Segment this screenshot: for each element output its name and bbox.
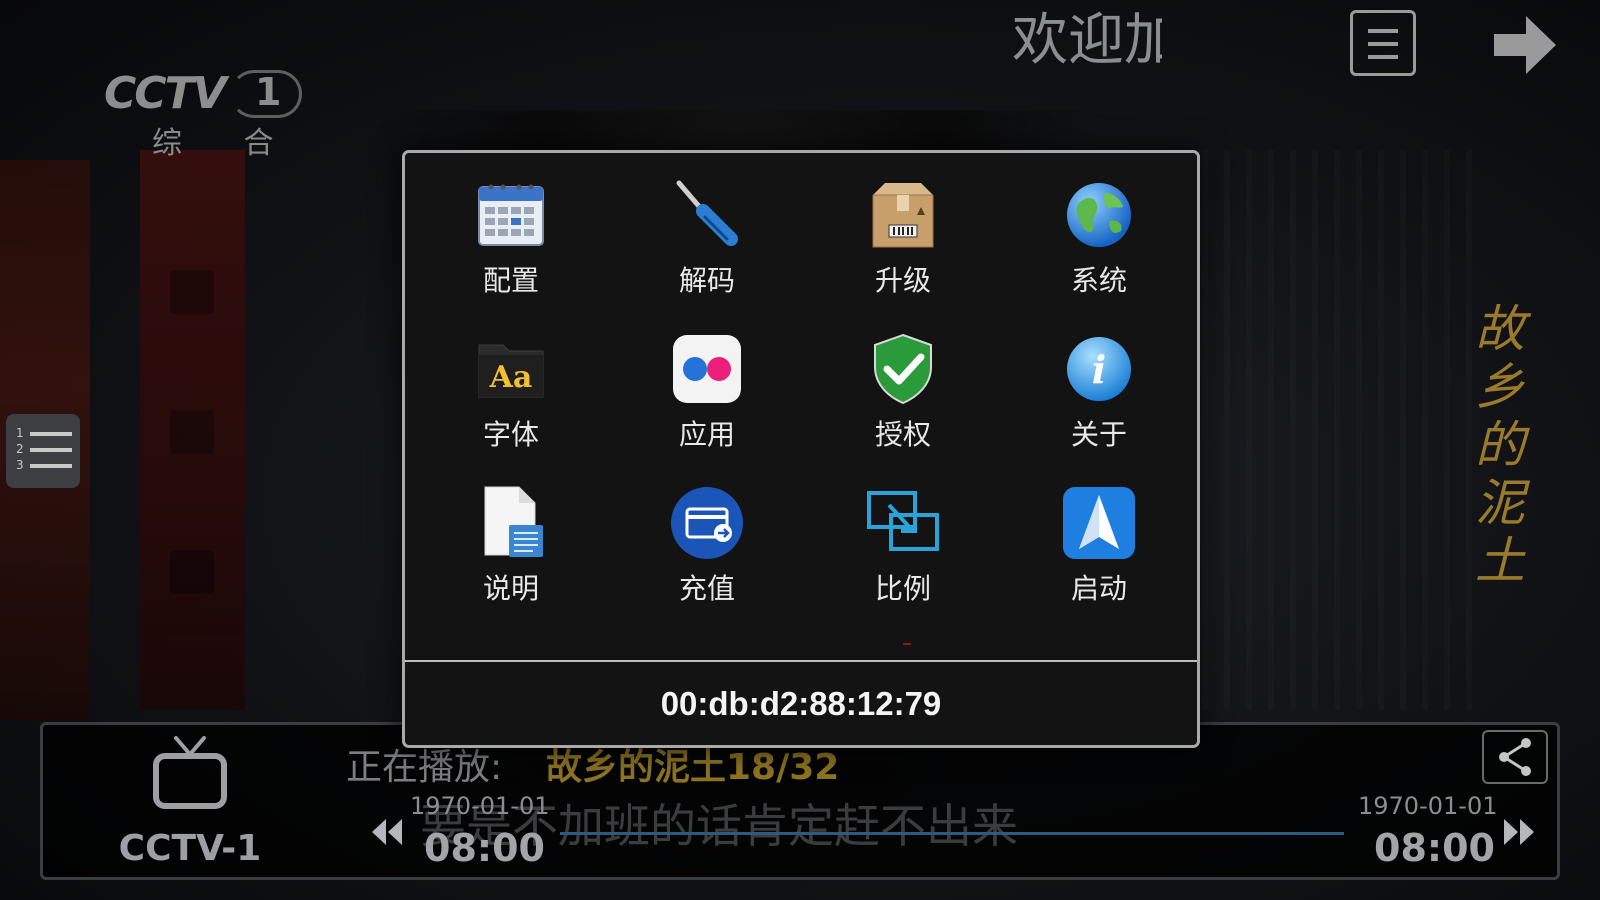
channel-logo-number: 1 bbox=[255, 70, 282, 114]
settings-item-label: 启动 bbox=[1070, 572, 1127, 605]
numbered-list-icon bbox=[30, 432, 72, 436]
drama-title-char: 的 bbox=[1475, 416, 1525, 474]
settings-item-label: 系统 bbox=[1070, 264, 1127, 297]
settings-item-label: 应用 bbox=[678, 418, 735, 451]
program-end-date: 1970-01-01 bbox=[1358, 792, 1498, 820]
settings-item-recharge[interactable]: 充值 bbox=[609, 485, 805, 639]
settings-item-license[interactable]: 授权 bbox=[805, 331, 1001, 485]
aspect-ratio-icon bbox=[865, 485, 941, 561]
package-box-icon bbox=[865, 177, 941, 253]
program-start-date: 1970-01-01 bbox=[410, 792, 550, 820]
settings-item-manual[interactable]: 说明 bbox=[413, 485, 609, 639]
video-background-banner bbox=[140, 150, 245, 710]
settings-item-apps[interactable]: 应用 bbox=[609, 331, 805, 485]
drama-title-char: 土 bbox=[1475, 532, 1525, 590]
hamburger-menu-icon-bar bbox=[1368, 42, 1398, 46]
program-end-time: 08:00 bbox=[1374, 826, 1495, 870]
page-indicator bbox=[903, 643, 911, 645]
settings-item-about[interactable]: i 关于 bbox=[1001, 331, 1197, 485]
calendar-icon bbox=[473, 177, 549, 253]
svg-text:Aa: Aa bbox=[489, 360, 533, 395]
settings-item-label: 说明 bbox=[482, 572, 539, 605]
share-button[interactable] bbox=[1482, 730, 1548, 784]
list-number: 2 bbox=[16, 442, 24, 456]
drama-title-vertical: 故 乡 的 泥 土 bbox=[1470, 300, 1530, 590]
share-icon bbox=[1499, 738, 1531, 776]
settings-item-label: 授权 bbox=[874, 418, 931, 451]
drama-title-char: 故 bbox=[1475, 300, 1525, 358]
shield-check-icon bbox=[865, 331, 941, 407]
settings-item-label: 解码 bbox=[678, 264, 735, 297]
channel-name: CCTV-1 bbox=[118, 828, 262, 869]
channel-list-button[interactable]: 1 2 3 bbox=[6, 414, 80, 488]
channel-logo-subtitle: 综 合 bbox=[152, 126, 300, 161]
program-progress-bar[interactable] bbox=[560, 832, 1344, 835]
info-icon: i bbox=[1061, 331, 1137, 407]
list-number: 3 bbox=[16, 458, 24, 472]
next-program-button[interactable] bbox=[1502, 815, 1536, 849]
mac-address: 00:db:d2:88:12:79 bbox=[660, 685, 942, 722]
welcome-marquee: 欢迎加 bbox=[1012, 8, 1162, 73]
settings-item-label: 配置 bbox=[482, 264, 539, 297]
channel-logo-brand: CCTV bbox=[104, 68, 227, 119]
numbered-list-icon-bar bbox=[30, 464, 72, 468]
payment-card-icon bbox=[669, 485, 745, 561]
settings-item-config[interactable]: 配置 bbox=[413, 177, 609, 331]
video-background-right bbox=[1180, 150, 1480, 710]
menu-button[interactable] bbox=[1350, 10, 1416, 76]
settings-grid: 配置 解码 升级 系统 Aa 字体 应用 授权 i 关于 说明 充值 比例 启动 bbox=[413, 177, 1197, 617]
tv-icon bbox=[153, 736, 227, 809]
settings-item-launch[interactable]: 启动 bbox=[1001, 485, 1197, 639]
program-start-time: 08:00 bbox=[424, 826, 545, 870]
document-icon bbox=[473, 485, 549, 561]
channel-logo: CCTV 1 综 合 bbox=[100, 66, 306, 161]
settings-item-label: 充值 bbox=[678, 572, 735, 605]
paper-plane-icon bbox=[1061, 485, 1137, 561]
font-folder-icon: Aa bbox=[473, 331, 549, 407]
fast-forward-icon bbox=[1504, 819, 1534, 845]
list-number: 1 bbox=[16, 426, 24, 440]
settings-item-label: 比例 bbox=[874, 572, 931, 605]
tv-player-screen: 欢迎加 CCTV 1 综 合 1 2 3 故 乡 的 泥 土 CCTV-1 要是… bbox=[0, 0, 1600, 900]
numbered-list-icon-bar bbox=[30, 448, 72, 452]
settings-dialog: 配置 解码 升级 系统 Aa 字体 应用 授权 i 关于 说明 充值 比例 启动… bbox=[402, 150, 1200, 748]
settings-item-label: 升级 bbox=[874, 264, 931, 297]
drama-title-char: 乡 bbox=[1475, 358, 1525, 416]
settings-item-decode[interactable]: 解码 bbox=[609, 177, 805, 331]
dialog-divider bbox=[405, 660, 1197, 662]
screwdriver-icon bbox=[669, 177, 745, 253]
settings-item-label: 字体 bbox=[482, 418, 539, 451]
arrow-right-icon bbox=[1494, 16, 1556, 74]
settings-item-upgrade[interactable]: 升级 bbox=[805, 177, 1001, 331]
rewind-icon bbox=[372, 819, 402, 845]
settings-item-system[interactable]: 系统 bbox=[1001, 177, 1197, 331]
settings-item-label: 关于 bbox=[1070, 418, 1127, 451]
previous-program-button[interactable] bbox=[370, 815, 404, 849]
forward-button[interactable] bbox=[1490, 10, 1560, 80]
hamburger-menu-icon-bar bbox=[1368, 55, 1398, 59]
drama-title-char: 泥 bbox=[1475, 474, 1525, 532]
program-progress-fill bbox=[560, 832, 1344, 835]
svg-text:i: i bbox=[1092, 347, 1106, 392]
settings-item-font[interactable]: Aa 字体 bbox=[413, 331, 609, 485]
hamburger-menu-icon bbox=[1368, 29, 1398, 33]
settings-item-aspect-ratio[interactable]: 比例 bbox=[805, 485, 1001, 639]
globe-icon bbox=[1061, 177, 1137, 253]
flickr-dots-icon bbox=[669, 331, 745, 407]
